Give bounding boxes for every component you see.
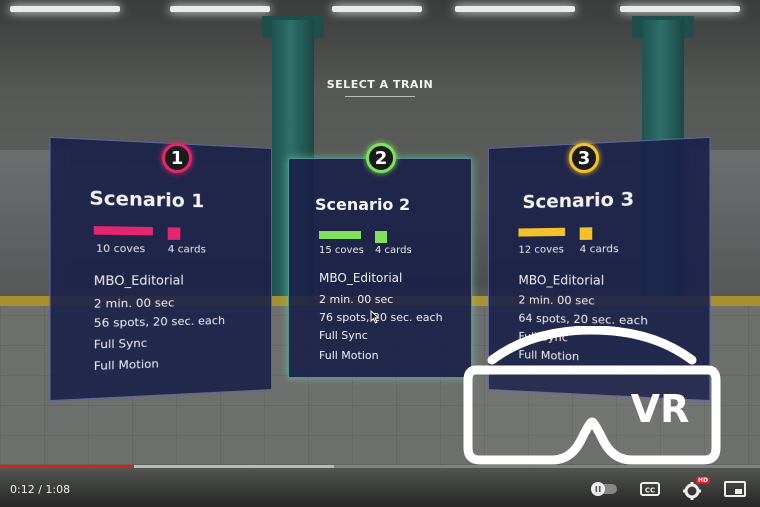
cards-bar [167,227,181,240]
scenario-name: Scenario 1 [89,187,205,213]
vr-headset-icon: VR [463,326,721,465]
coves-count: 12 coves [518,244,564,256]
scenario-number-badge-1[interactable]: 1 [162,143,192,173]
duration-label: 2 min. 00 sec [93,296,175,311]
editorial-label: MBO_Editorial [319,271,403,285]
progress-played[interactable] [0,465,134,468]
coves-count: 10 coves [96,243,146,256]
spots-label: 76 spots, 20 sec. each [319,311,443,324]
cards-bar [579,227,593,240]
page-title: SELECT A TRAIN [326,78,434,91]
duration-label: 2 min. 00 sec [518,293,595,308]
editorial-label: MBO_Editorial [518,273,605,288]
mouse-cursor-icon [370,310,380,324]
editorial-label: MBO_Editorial [93,273,184,289]
scenario-name: Scenario 2 [315,195,411,214]
ceiling-light [10,6,120,12]
coves-count: 15 coves [319,245,364,256]
spots-label: 56 spots, 20 sec. each [93,313,226,331]
svg-text:CC: CC [645,487,655,495]
coves-bar [93,226,153,236]
cards-count: 4 cards [579,243,619,256]
title-underline [345,96,415,97]
sync-label: Full Sync [93,336,148,352]
scenario-name: Scenario 3 [522,188,635,214]
hd-badge: HD [696,477,711,484]
video-frame[interactable]: SELECT A TRAIN Scenario 1 10 coves 4 car… [0,0,760,507]
cards-count: 4 cards [167,243,206,256]
scenario-number-badge-2[interactable]: 2 [366,143,396,173]
coves-bar [518,227,566,237]
ceiling-light [620,6,740,12]
miniplayer-icon[interactable] [724,481,746,497]
coves-bar [319,231,361,239]
scenario-card-2[interactable]: Scenario 2 15 coves 4 cards MBO_Editoria… [288,158,472,378]
motion-label: Full Motion [93,356,159,374]
sync-label: Full Sync [319,329,368,342]
ceiling-light [170,6,270,12]
scenario-number-badge-3[interactable]: 3 [569,143,599,173]
duration-label: 2 min. 00 sec [319,293,394,306]
cards-count: 4 cards [375,245,412,256]
cards-bar [375,231,387,243]
captions-icon[interactable]: CC [640,481,660,497]
scenario-card-1[interactable]: Scenario 1 10 coves 4 cards MBO_Editoria… [49,136,272,402]
settings-icon[interactable] [682,481,702,501]
time-display: 0:12 / 1:08 [10,483,71,496]
motion-label: Full Motion [319,349,379,362]
ceiling-light [332,6,422,12]
autoplay-toggle-icon[interactable] [590,481,618,497]
ceiling-light [455,6,575,12]
vr-label: VR [631,387,690,431]
